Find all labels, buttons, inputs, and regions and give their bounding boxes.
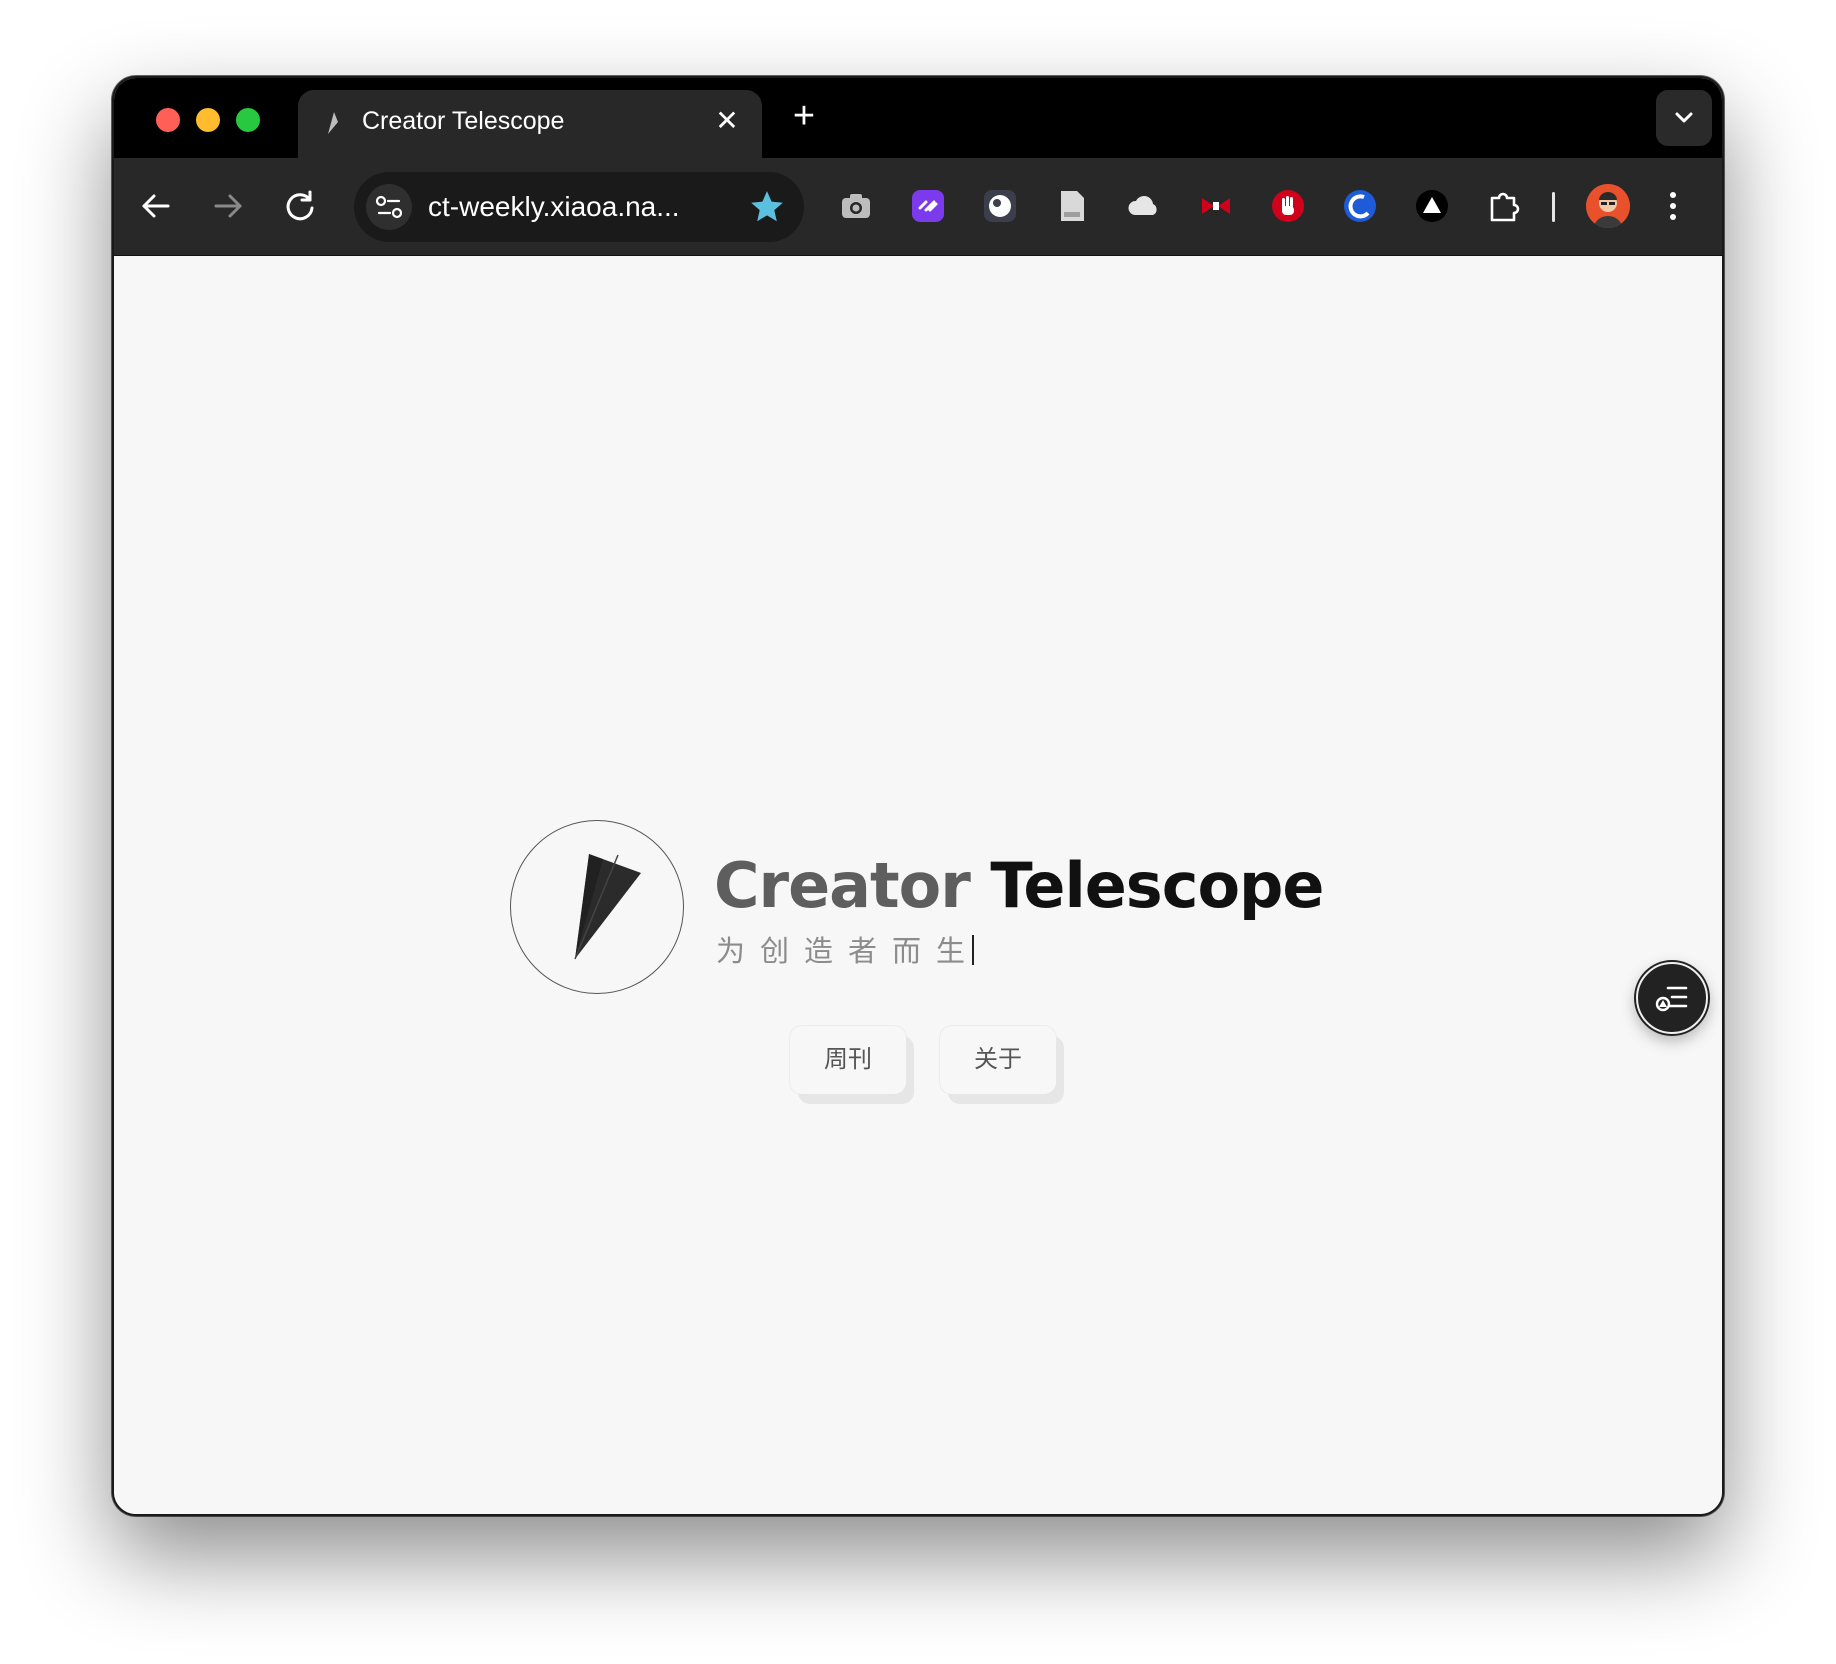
text-cursor — [972, 935, 975, 965]
page-content: Creator Telescope 为创造者而生 周刊 关于 — [114, 256, 1722, 1514]
profile-avatar-icon — [1586, 184, 1630, 228]
zoom-window-button[interactable] — [236, 108, 260, 132]
tagline: 为创造者而生 — [716, 934, 975, 970]
camera-icon[interactable] — [838, 188, 874, 224]
toolbar-divider — [1552, 192, 1555, 222]
eye-extension-icon[interactable] — [982, 188, 1018, 224]
globe-extension-icon[interactable] — [1342, 188, 1378, 224]
toc-floating-button[interactable] — [1636, 962, 1708, 1034]
tab-title: Creator Telescope — [362, 107, 565, 135]
title-part-creator: Creator — [714, 849, 971, 922]
weekly-button[interactable]: 周刊 — [790, 1026, 906, 1094]
more-vert-icon[interactable] — [1658, 184, 1688, 228]
arrow-left-icon[interactable] — [132, 182, 180, 230]
tab-close-icon[interactable]: ✕ — [710, 104, 744, 138]
link-extension-icon[interactable] — [910, 188, 946, 224]
minimize-window-button[interactable] — [196, 108, 220, 132]
reload-icon[interactable] — [276, 182, 324, 230]
arrow-right-icon[interactable] — [204, 182, 252, 230]
avatar[interactable] — [1586, 184, 1630, 228]
triangle-extension-icon[interactable] — [1414, 188, 1450, 224]
site-info-button[interactable] — [366, 184, 412, 230]
about-button[interactable]: 关于 — [940, 1026, 1056, 1094]
browser-window: Creator Telescope ✕ + ct-weekly.xiaoa.na… — [112, 76, 1724, 1516]
star-icon[interactable] — [748, 188, 786, 226]
close-window-button[interactable] — [156, 108, 180, 132]
active-tab[interactable]: Creator Telescope ✕ — [298, 90, 762, 160]
puzzle-icon[interactable] — [1486, 188, 1522, 224]
document-icon[interactable] — [1054, 188, 1090, 224]
chevron-down-icon — [1675, 112, 1693, 123]
bowtie-extension-icon[interactable] — [1198, 188, 1234, 224]
tab-search-button[interactable] — [1656, 90, 1712, 146]
tab-strip: Creator Telescope ✕ + — [114, 78, 1722, 160]
new-tab-button[interactable]: + — [784, 96, 824, 136]
page-title: Creator Telescope — [714, 848, 1324, 924]
title-part-telescope: Telescope — [990, 849, 1324, 922]
address-bar[interactable]: ct-weekly.xiaoa.na... — [354, 172, 804, 242]
cloud-icon[interactable] — [1126, 188, 1162, 224]
telescope-favicon-icon — [328, 112, 338, 134]
telescope-logo-icon — [574, 854, 641, 960]
url-text[interactable]: ct-weekly.xiaoa.na... — [428, 188, 718, 226]
list-menu-icon — [1655, 986, 1688, 1012]
hand-stop-icon[interactable] — [1270, 188, 1306, 224]
logo[interactable] — [510, 820, 684, 994]
tagline-text: 为创造者而生 — [716, 936, 981, 968]
tune-icon — [375, 195, 403, 219]
browser-toolbar: ct-weekly.xiaoa.na... — [114, 158, 1722, 256]
